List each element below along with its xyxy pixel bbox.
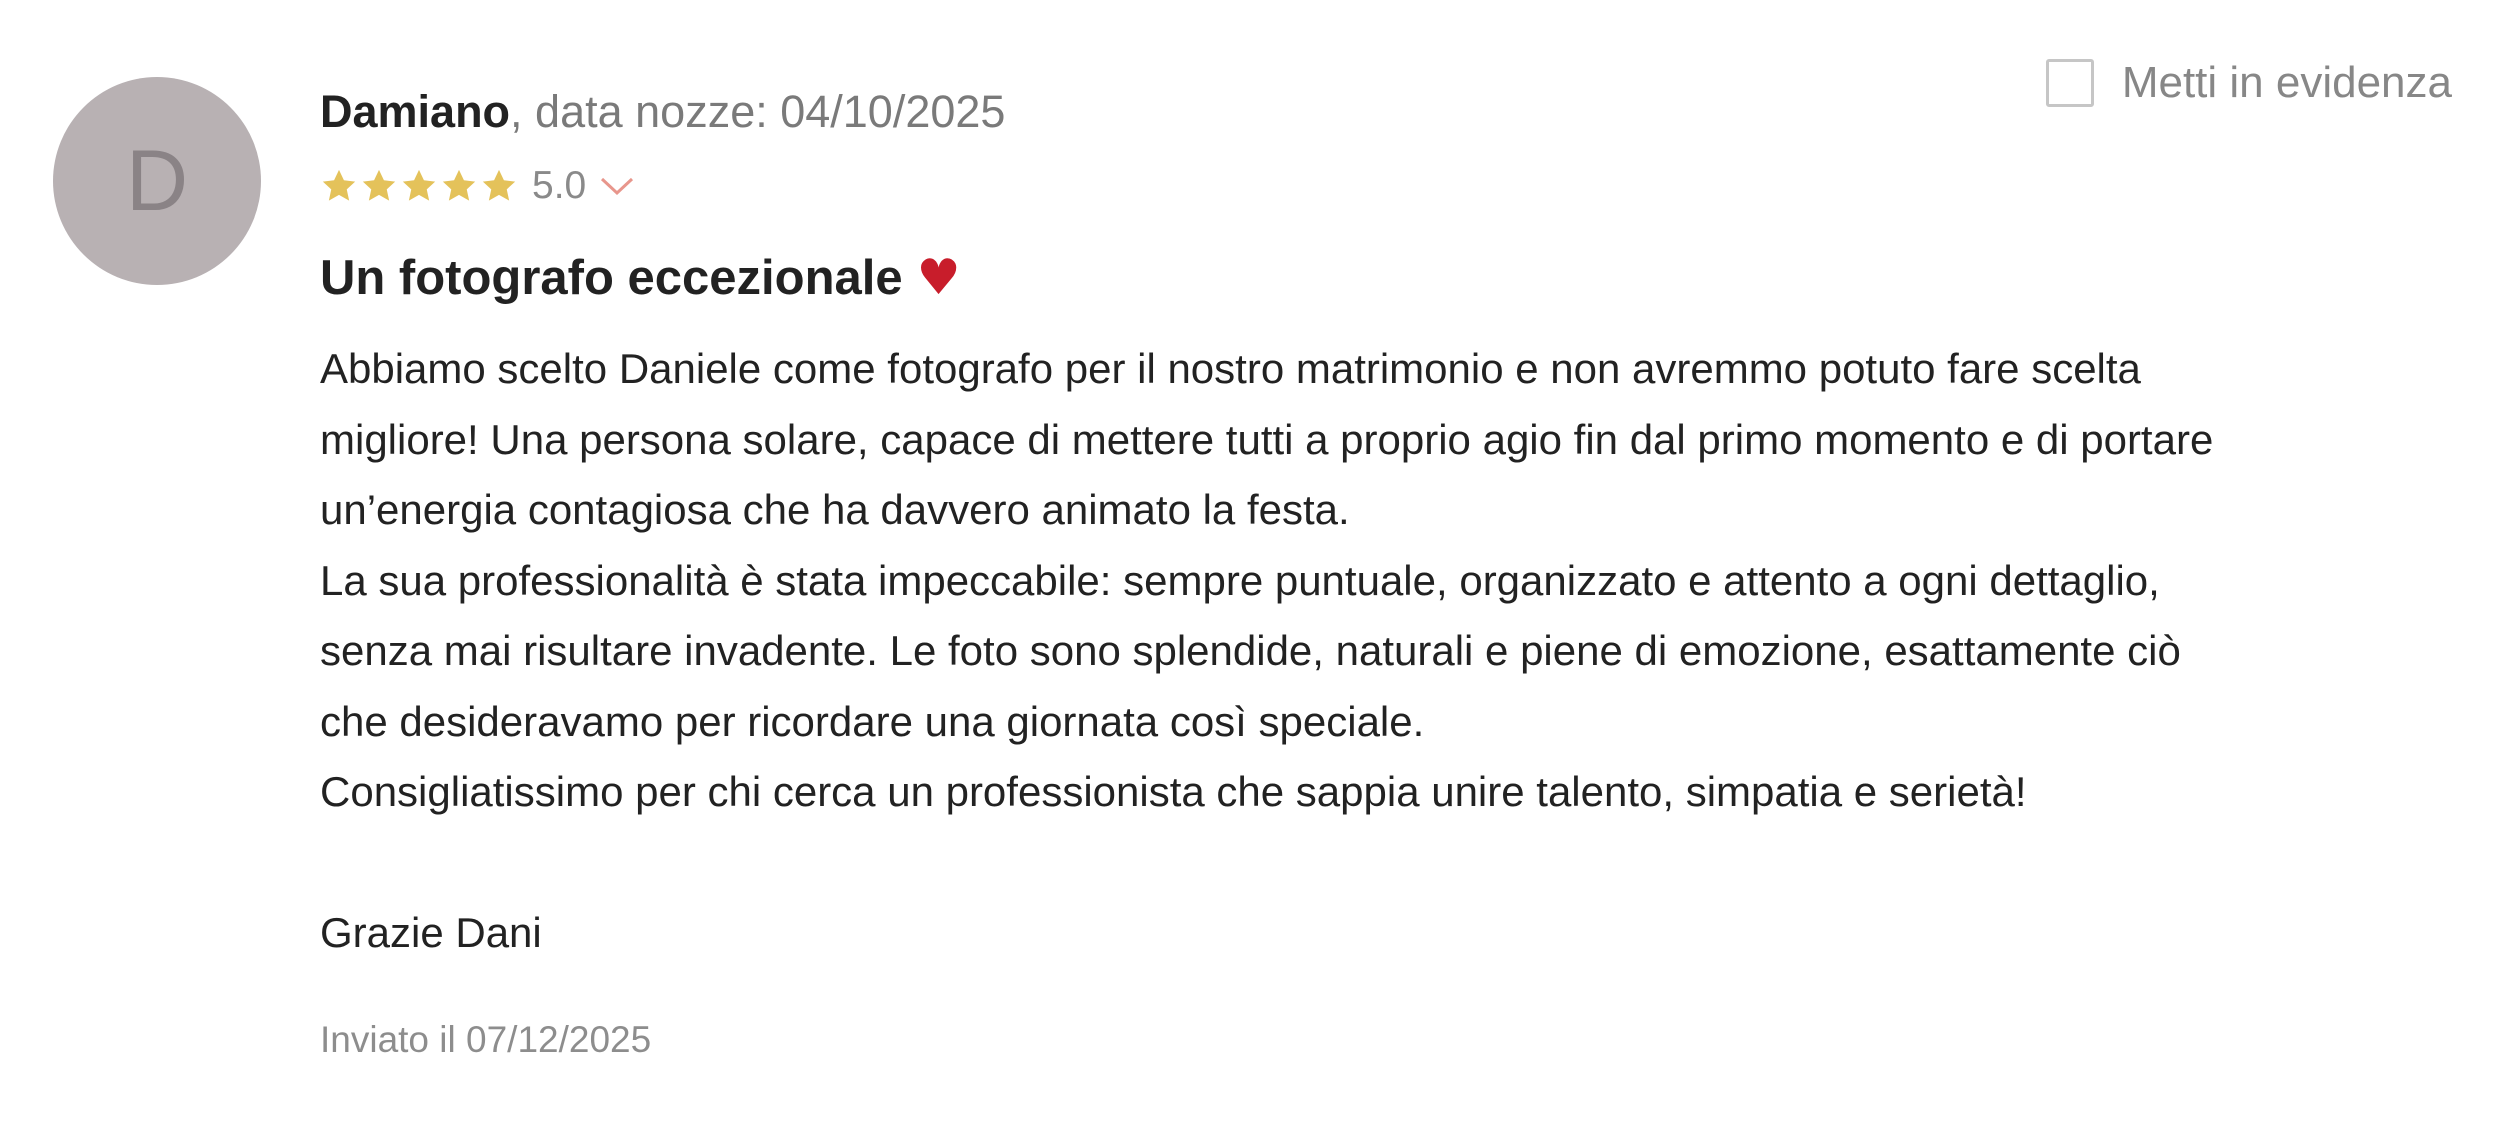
star-icon	[320, 167, 358, 205]
rating-toggle[interactable]: 5.0	[320, 158, 2460, 214]
sent-date: Inviato il 07/12/2025	[320, 1018, 652, 1060]
review-card: D Metti in evidenza Damiano, data nozze:…	[0, 0, 2500, 1134]
review-body: Abbiamo scelto Daniele come fotografo pe…	[320, 345, 2214, 956]
avatar: D	[53, 77, 261, 285]
review-meta: Damiano, data nozze: 04/10/2025	[320, 80, 2460, 144]
avatar-initial: D	[125, 132, 189, 229]
star-icon	[360, 167, 398, 205]
star-icon	[440, 167, 478, 205]
wedding-date: , data nozze: 04/10/2025	[510, 86, 1006, 137]
review-title: Un fotografo eccezionale ♥	[320, 246, 2460, 310]
chevron-down-icon[interactable]	[600, 176, 634, 196]
rating-score: 5.0	[532, 164, 587, 207]
review-title-text: Un fotografo eccezionale	[320, 251, 903, 305]
star-icon	[480, 167, 518, 205]
star-icon	[400, 167, 438, 205]
heart-icon: ♥	[916, 249, 961, 306]
review-content: Damiano, data nozze: 04/10/2025 5.0 Un f…	[320, 80, 2460, 1061]
author-name: Damiano	[320, 86, 511, 137]
star-rating	[320, 167, 518, 205]
